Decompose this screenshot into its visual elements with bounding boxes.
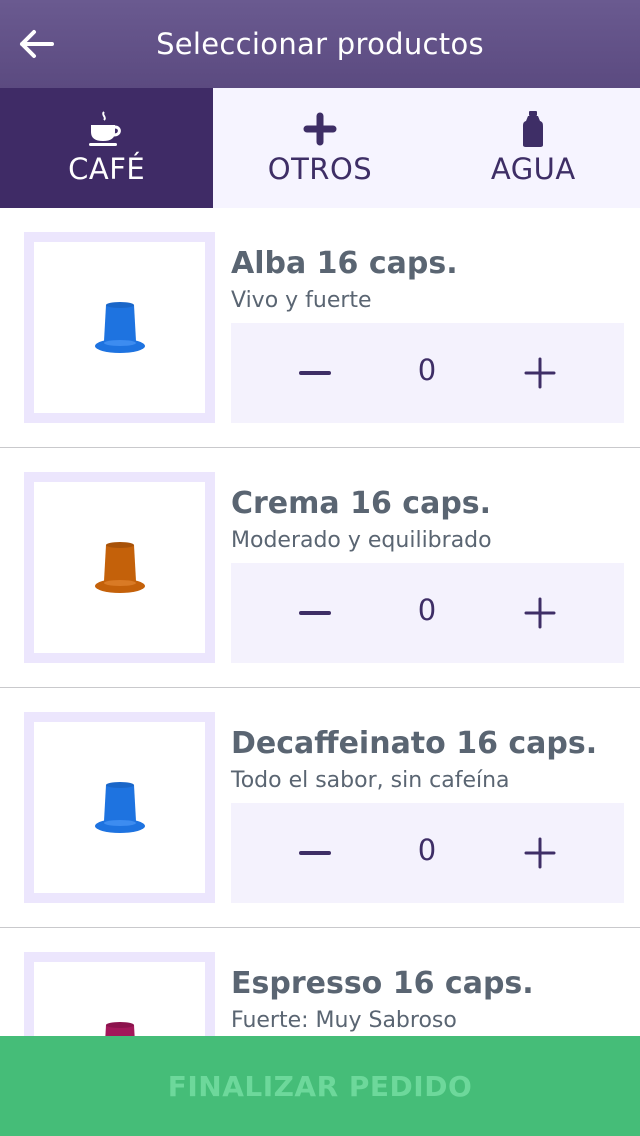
back-button[interactable] [14, 22, 58, 66]
minus-icon [299, 851, 331, 855]
quantity-value: 0 [417, 833, 437, 867]
product-image [24, 712, 215, 903]
plus-icon [524, 837, 556, 869]
product-item: Decaffeinato 16 caps. Todo el sabor, sin… [0, 688, 640, 928]
tab-label: OTROS [267, 152, 373, 186]
plus-icon [524, 357, 556, 389]
coffee-cup-icon [87, 110, 127, 148]
product-description: Fuerte: Muy Sabroso [231, 1008, 457, 1033]
capsule-icon [94, 301, 145, 353]
quantity-stepper: 0 [231, 803, 624, 903]
capsule-icon [94, 541, 145, 593]
category-tabs: CAFÉ OTROS AGUA [0, 88, 640, 208]
water-bottle-icon [513, 110, 553, 148]
minus-icon [299, 611, 331, 615]
product-item: Alba 16 caps. Vivo y fuerte 0 [0, 208, 640, 448]
plus-icon [300, 110, 340, 148]
increase-button[interactable] [512, 585, 568, 641]
product-name: Alba 16 caps. [231, 246, 458, 281]
decrease-button[interactable] [287, 345, 343, 401]
tab-otros[interactable]: OTROS [213, 88, 426, 208]
quantity-value: 0 [417, 593, 437, 627]
increase-button[interactable] [512, 345, 568, 401]
quantity-stepper: 0 [231, 563, 624, 663]
tab-cafe[interactable]: CAFÉ [0, 88, 214, 208]
quantity-value: 0 [417, 353, 437, 387]
tab-label: AGUA [490, 152, 576, 186]
product-name: Decaffeinato 16 caps. [231, 726, 598, 761]
minus-icon [299, 371, 331, 375]
tab-label: CAFÉ [68, 152, 146, 186]
product-image [24, 232, 215, 423]
plus-icon [524, 597, 556, 629]
product-image [24, 472, 215, 663]
increase-button[interactable] [512, 825, 568, 881]
capsule-icon [104, 1021, 135, 1036]
product-item: Espresso 16 caps. Fuerte: Muy Sabroso 0 [0, 928, 640, 1036]
product-name: Espresso 16 caps. [231, 966, 534, 1001]
capsule-icon [94, 781, 145, 833]
product-description: Vivo y fuerte [231, 288, 372, 313]
finalize-order-label: FINALIZAR PEDIDO [167, 1069, 473, 1103]
arrow-left-icon [20, 30, 54, 58]
product-item: Crema 16 caps. Moderado y equilibrado 0 [0, 448, 640, 688]
finalize-order-button[interactable]: FINALIZAR PEDIDO [0, 1036, 640, 1136]
app-header: Seleccionar productos [0, 0, 640, 88]
tab-agua[interactable]: AGUA [427, 88, 640, 208]
product-image [24, 952, 215, 1036]
product-list[interactable]: Alba 16 caps. Vivo y fuerte 0 Crema 16 c… [0, 208, 640, 1036]
decrease-button[interactable] [287, 585, 343, 641]
page-title: Seleccionar productos [156, 27, 484, 61]
quantity-stepper: 0 [231, 323, 624, 423]
decrease-button[interactable] [287, 825, 343, 881]
product-name: Crema 16 caps. [231, 486, 492, 521]
product-description: Moderado y equilibrado [231, 528, 492, 553]
product-description: Todo el sabor, sin cafeína [231, 768, 510, 793]
